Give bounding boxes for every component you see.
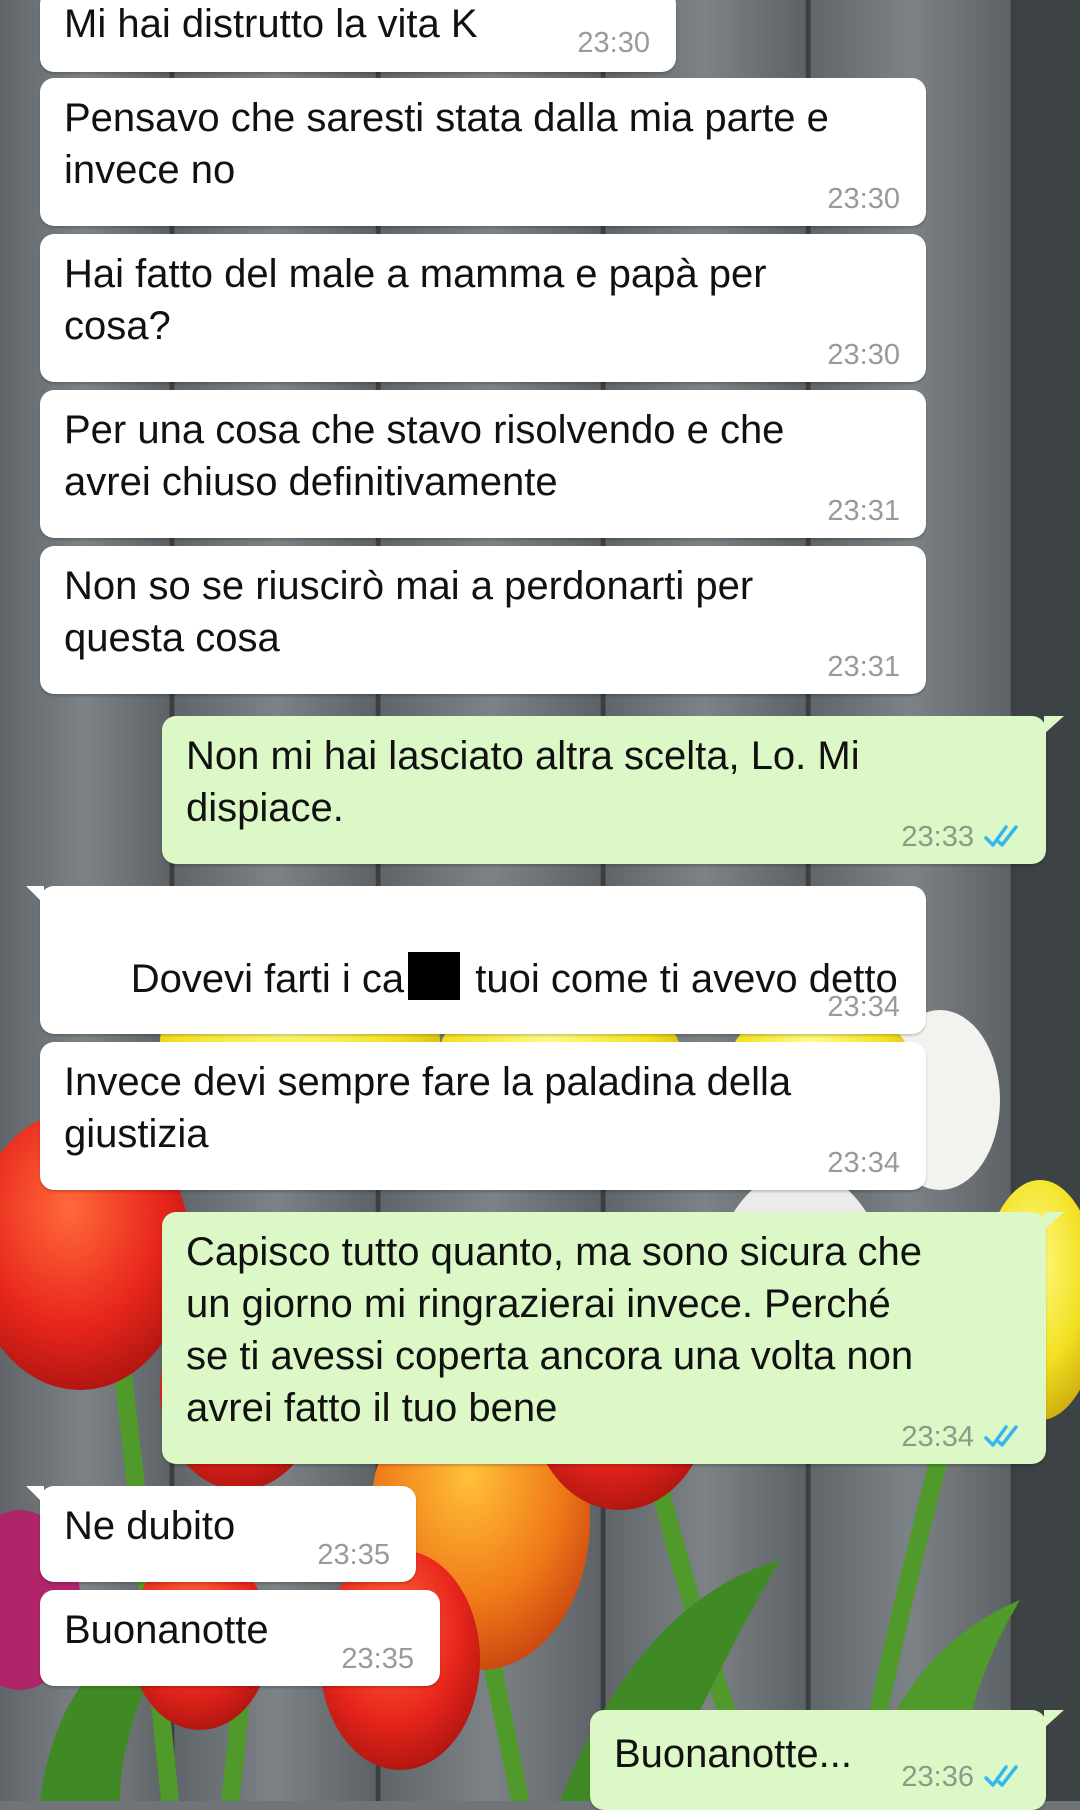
message-time: 23:36 xyxy=(901,1761,974,1793)
message-bubble[interactable]: Mi hai distrutto la vita K 23:30 xyxy=(40,0,676,72)
message-time: 23:34 xyxy=(827,991,900,1023)
message-text: Mi hai distrutto la vita K xyxy=(64,2,478,46)
message-bubble[interactable]: Non mi hai lasciato altra scelta, Lo. Mi… xyxy=(162,716,1064,864)
message-time: 23:35 xyxy=(341,1643,414,1675)
message-text: Per una cosa che stavo risolvendo e che … xyxy=(64,408,785,504)
message-text: Invece devi sempre fare la paladina dell… xyxy=(64,1060,792,1156)
message-time: 23:33 xyxy=(901,821,974,853)
message-text: Hai fatto del male a mamma e papà per co… xyxy=(64,252,767,348)
message-time: 23:30 xyxy=(577,27,650,59)
redaction-block xyxy=(408,952,461,1000)
message-bubble[interactable]: Hai fatto del male a mamma e papà per co… xyxy=(40,234,926,382)
message-time: 23:34 xyxy=(827,1147,900,1179)
message-bubble[interactable]: Buonanotte 23:35 xyxy=(40,1590,440,1686)
message-text: Non mi hai lasciato altra scelta, Lo. Mi… xyxy=(186,734,860,830)
message-bubble[interactable]: Capisco tutto quanto, ma sono sicura che… xyxy=(162,1212,1064,1464)
message-text: Ne dubito xyxy=(64,1504,236,1548)
message-bubble[interactable]: Buonanotte... 23:36 xyxy=(590,1710,1064,1810)
message-text-part: Dovevi farti i ca xyxy=(130,957,405,1001)
message-bubble[interactable]: Invece devi sempre fare la paladina dell… xyxy=(40,1042,926,1190)
double-check-read-icon xyxy=(984,1765,1018,1787)
message-time: 23:34 xyxy=(901,1421,974,1453)
message-text: Pensavo che saresti stata dalla mia part… xyxy=(64,96,829,192)
message-text: Dovevi farti i ca tuoi come ti avevo det… xyxy=(64,900,898,1057)
double-check-read-icon xyxy=(984,825,1018,847)
message-bubble[interactable]: Dovevi farti i ca tuoi come ti avevo det… xyxy=(26,886,926,1034)
message-time: 23:31 xyxy=(827,651,900,683)
message-text: Buonanotte... xyxy=(614,1732,852,1776)
message-bubble[interactable]: Ne dubito 23:35 xyxy=(26,1486,416,1582)
double-check-read-icon xyxy=(984,1425,1018,1447)
message-text: Buonanotte xyxy=(64,1608,269,1652)
message-time: 23:30 xyxy=(827,339,900,371)
message-time: 23:31 xyxy=(827,495,900,527)
message-bubble[interactable]: Per una cosa che stavo risolvendo e che … xyxy=(40,390,926,538)
message-bubble[interactable]: Pensavo che saresti stata dalla mia part… xyxy=(40,78,926,226)
message-time: 23:30 xyxy=(827,183,900,215)
message-bubble[interactable]: Non so se riuscirò mai a perdonarti per … xyxy=(40,546,926,694)
message-text: Non so se riuscirò mai a perdonarti per … xyxy=(64,564,754,660)
message-text: Capisco tutto quanto, ma sono sicura che… xyxy=(186,1230,922,1430)
message-time: 23:35 xyxy=(317,1539,390,1571)
